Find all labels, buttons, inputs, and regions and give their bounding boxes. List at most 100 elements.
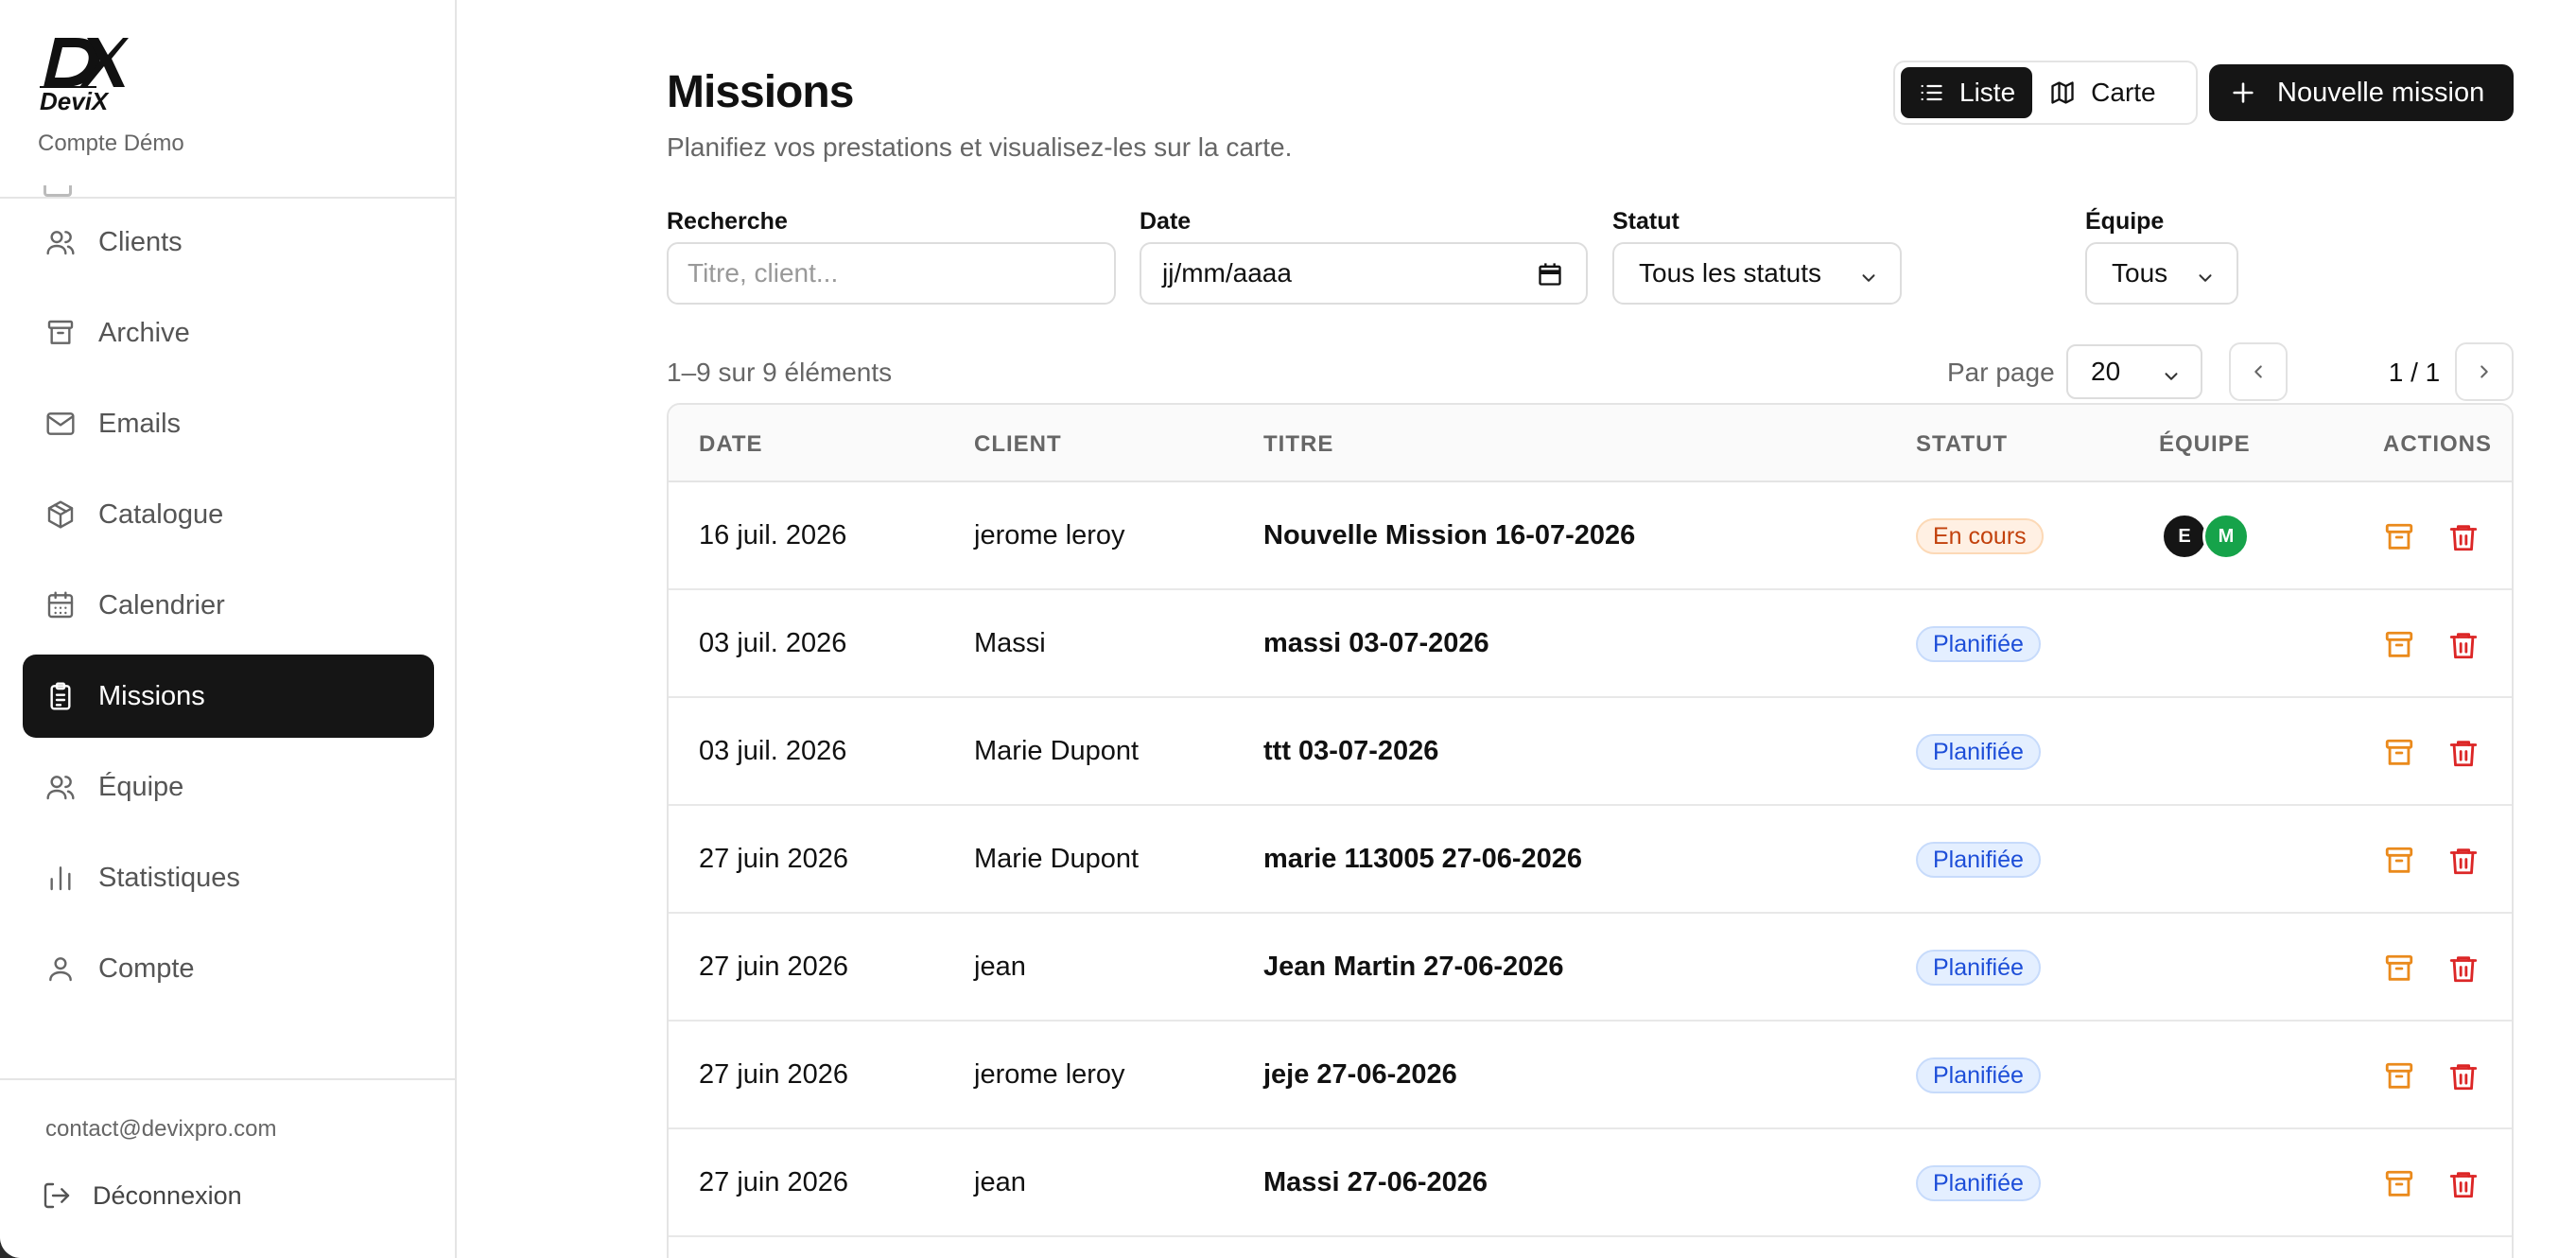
delete-button[interactable] (2445, 734, 2482, 772)
cell-client: Massi (974, 628, 1046, 658)
sidebar-item-calendrier[interactable]: Calendrier (23, 564, 434, 647)
table-body: 16 juil. 2026 jerome leroy Nouvelle Miss… (669, 482, 2512, 1237)
cell-client: jerome leroy (974, 1059, 1125, 1090)
results-count: 1–9 sur 9 éléments (667, 358, 893, 387)
table-row[interactable]: 27 juin 2026 jean Massi 27-06-2026 Plani… (669, 1129, 2512, 1237)
delete-button[interactable] (2445, 1057, 2482, 1095)
sidebar-item-label: Catalogue (98, 498, 224, 530)
app-window: DeviX Compte Démo Clients Archive Emails… (0, 0, 2576, 1258)
team-avatars: EM (2161, 513, 2250, 560)
trash-icon (2449, 956, 2478, 983)
cell-date: 27 juin 2026 (699, 1167, 849, 1197)
date-input[interactable]: jj/mm/aaaa (1162, 258, 1292, 288)
table-row[interactable]: 03 juil. 2026 Massi massi 03-07-2026 Pla… (669, 590, 2512, 698)
trash-icon (2449, 525, 2478, 551)
view-list-button[interactable]: Liste (1901, 67, 2033, 118)
missions-table: DATE CLIENT TITRE STATUT ÉQUIPE ACTIONS … (667, 403, 2514, 1258)
date-label: Date (1140, 208, 1192, 235)
archive-icon (2385, 1170, 2413, 1197)
archive-icon (2385, 739, 2413, 765)
per-page-value: 20 (2091, 357, 2121, 386)
column-header-date[interactable]: DATE (699, 431, 763, 458)
delete-button[interactable] (2445, 626, 2482, 664)
cell-title[interactable]: Massi 27-06-2026 (1263, 1167, 1488, 1198)
column-header-equipe: ÉQUIPE (2159, 431, 2251, 457)
cell-client: jean (974, 1167, 1026, 1197)
cell-title[interactable]: ttt 03-07-2026 (1263, 736, 1438, 767)
archive-button[interactable] (2380, 950, 2418, 987)
chevron-right-icon (2474, 361, 2495, 382)
archive-button[interactable] (2380, 1057, 2418, 1095)
chevron-down-icon (1858, 265, 1879, 295)
cell-date: 27 juin 2026 (699, 1059, 849, 1090)
column-header-statut[interactable]: STATUT (1916, 431, 2008, 458)
sidebar-item-missions[interactable]: Missions (23, 655, 434, 738)
user-icon (44, 952, 78, 986)
archive-icon (2385, 631, 2413, 657)
table-row[interactable]: 27 juin 2026 jean Jean Martin 27-06-2026… (669, 914, 2512, 1022)
column-header-titre[interactable]: TITRE (1263, 431, 1333, 458)
cell-date: 27 juin 2026 (699, 952, 849, 982)
cell-title[interactable]: marie 113005 27-06-2026 (1263, 844, 1582, 875)
view-map-label: Carte (2091, 78, 2156, 107)
delete-button[interactable] (2445, 518, 2482, 556)
status-select[interactable]: Tous les statuts (1612, 242, 1902, 305)
chevron-down-icon (2161, 363, 2182, 393)
delete-button[interactable] (2445, 1165, 2482, 1203)
table-row[interactable]: 03 juil. 2026 Marie Dupont ttt 03-07-202… (669, 698, 2512, 806)
cell-client: Marie Dupont (974, 736, 1140, 766)
sidebar-item-archive[interactable]: Archive (23, 291, 434, 375)
view-map-button[interactable]: Carte (2032, 67, 2172, 118)
sidebar-item-equipe[interactable]: Équipe (23, 745, 434, 829)
sidebar-item-emails[interactable]: Emails (23, 382, 434, 465)
calendar-icon (44, 588, 78, 622)
avatar: E (2161, 513, 2208, 560)
cell-title[interactable]: Nouvelle Mission 16-07-2026 (1263, 520, 1635, 551)
table-header: DATE CLIENT TITRE STATUT ÉQUIPE ACTIONS (669, 405, 2512, 482)
next-page-button[interactable] (2455, 342, 2514, 401)
archive-button[interactable] (2380, 1165, 2418, 1203)
avatar: M (2202, 513, 2250, 560)
team-select-value: Tous (2112, 258, 2168, 288)
archive-button[interactable] (2380, 626, 2418, 664)
sidebar-item-label: Archive (98, 317, 190, 348)
sidebar-item-compte[interactable]: Compte (23, 927, 434, 1010)
cell-date: 03 juil. 2026 (699, 736, 847, 766)
team-select[interactable]: Tous (2085, 242, 2238, 305)
table-row[interactable]: 16 juil. 2026 jerome leroy Nouvelle Miss… (669, 482, 2512, 590)
calendar-icon[interactable] (1537, 261, 1563, 294)
users-icon (44, 770, 78, 804)
team-label: Équipe (2085, 208, 2165, 235)
archive-button[interactable] (2380, 842, 2418, 880)
view-toggle: Liste Carte (1893, 61, 2198, 125)
sidebar-item-statistiques[interactable]: Statistiques (23, 836, 434, 919)
delete-button[interactable] (2445, 950, 2482, 987)
plus-icon (2230, 79, 2256, 106)
archive-button[interactable] (2380, 518, 2418, 556)
prev-page-button[interactable] (2229, 342, 2288, 401)
clipboard-icon (44, 679, 78, 713)
brand-logo[interactable]: DeviX (38, 34, 129, 115)
sidebar-item-catalogue[interactable]: Catalogue (23, 473, 434, 556)
new-mission-button[interactable]: Nouvelle mission (2209, 64, 2514, 121)
cell-title[interactable]: Jean Martin 27-06-2026 (1263, 952, 1564, 983)
search-input[interactable] (688, 258, 1114, 288)
view-list-label: Liste (1959, 78, 2016, 107)
cell-title[interactable]: jeje 27-06-2026 (1263, 1059, 1457, 1091)
status-badge: Planifiée (1916, 626, 2041, 662)
archive-button[interactable] (2380, 734, 2418, 772)
bar-chart-icon (44, 861, 78, 895)
cell-title[interactable]: massi 03-07-2026 (1263, 628, 1489, 659)
per-page-select[interactable]: 20 (2066, 344, 2202, 399)
table-row[interactable]: 27 juin 2026 Marie Dupont marie 113005 2… (669, 806, 2512, 914)
page-title: Missions (667, 67, 854, 117)
date-field[interactable]: jj/mm/aaaa (1140, 242, 1588, 305)
delete-button[interactable] (2445, 842, 2482, 880)
logout-button[interactable]: Déconnexion (42, 1180, 242, 1211)
sidebar-item-label: Missions (98, 680, 205, 711)
column-header-client[interactable]: CLIENT (974, 431, 1062, 458)
new-mission-label: Nouvelle mission (2277, 77, 2485, 108)
table-row[interactable]: 27 juin 2026 jerome leroy jeje 27-06-202… (669, 1022, 2512, 1129)
archive-icon (44, 316, 78, 350)
sidebar-item-clients[interactable]: Clients (23, 201, 434, 284)
